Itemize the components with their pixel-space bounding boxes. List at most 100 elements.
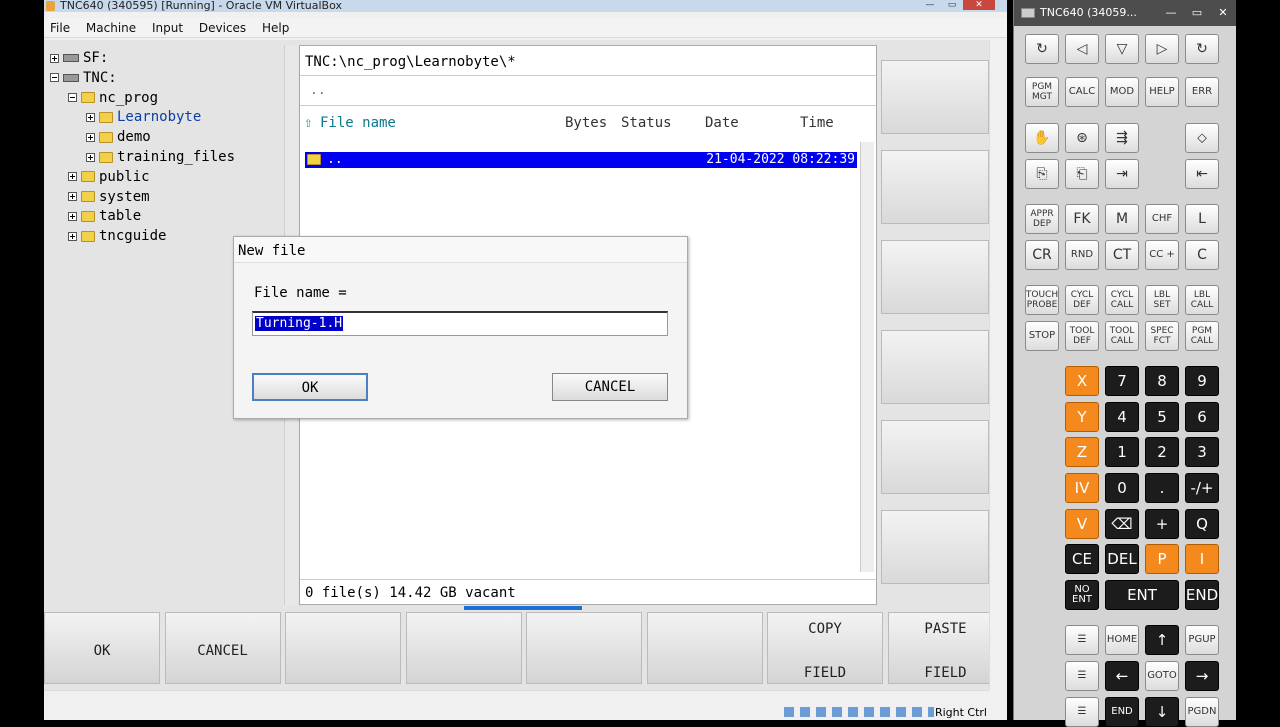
tree-item[interactable]: table bbox=[68, 206, 141, 226]
softkey-5[interactable] bbox=[526, 612, 642, 684]
key-6[interactable]: 6 bbox=[1185, 402, 1219, 432]
key-1[interactable]: 1 bbox=[1105, 437, 1139, 467]
key-l[interactable]: L bbox=[1185, 204, 1219, 234]
key-p[interactable]: P bbox=[1145, 544, 1179, 574]
cancel-button[interactable]: CANCEL bbox=[552, 373, 668, 401]
key-pgm-call[interactable]: PGM CALL bbox=[1185, 321, 1219, 351]
file-name-input[interactable]: Turning-1.H bbox=[252, 311, 668, 336]
key--[interactable]: ← bbox=[1105, 661, 1139, 691]
key--[interactable]: ⎗ bbox=[1065, 159, 1099, 189]
key--[interactable]: ↻ bbox=[1185, 34, 1219, 64]
header-time[interactable]: Time bbox=[800, 115, 834, 131]
key-goto[interactable]: GOTO bbox=[1145, 661, 1179, 691]
menu-devices[interactable]: Devices bbox=[193, 18, 252, 35]
key-pgm-mgt[interactable]: PGM MGT bbox=[1025, 77, 1059, 107]
key-lbl-set[interactable]: LBL SET bbox=[1145, 285, 1179, 315]
key--[interactable]: ⌫ bbox=[1105, 509, 1139, 539]
key--[interactable]: ⊛ bbox=[1065, 123, 1099, 153]
key--[interactable]: ☰ bbox=[1065, 625, 1099, 655]
softkey-2[interactable]: CANCEL bbox=[164, 612, 281, 684]
vertical-softkey-3[interactable] bbox=[881, 240, 989, 314]
header-bytes[interactable]: Bytes bbox=[565, 115, 607, 131]
close-icon[interactable]: ✕ bbox=[963, 0, 995, 10]
file-list-scrollbar[interactable] bbox=[860, 142, 874, 572]
expand-icon[interactable] bbox=[68, 172, 77, 182]
expand-icon[interactable] bbox=[86, 152, 95, 162]
vertical-softkey-5[interactable] bbox=[881, 420, 989, 494]
expand-icon[interactable] bbox=[50, 53, 59, 63]
vbox-horizontal-scrollbar[interactable] bbox=[44, 690, 989, 702]
key-tool-def[interactable]: TOOL DEF bbox=[1065, 321, 1099, 351]
expand-icon[interactable] bbox=[68, 192, 77, 202]
softkey-6[interactable] bbox=[646, 612, 763, 684]
key-touch-probe[interactable]: TOUCH PROBE bbox=[1025, 285, 1059, 315]
header-status[interactable]: Status bbox=[621, 115, 672, 131]
key-fk[interactable]: FK bbox=[1065, 204, 1099, 234]
key-2[interactable]: 2 bbox=[1145, 437, 1179, 467]
menu-input[interactable]: Input bbox=[146, 18, 189, 35]
key-home[interactable]: HOME bbox=[1105, 625, 1139, 655]
expand-icon[interactable] bbox=[86, 112, 95, 122]
key-del[interactable]: DEL bbox=[1105, 544, 1139, 574]
key--[interactable]: ▷ bbox=[1145, 34, 1179, 64]
expand-icon[interactable] bbox=[68, 231, 77, 241]
key-chf[interactable]: CHF bbox=[1145, 204, 1179, 234]
key-x[interactable]: X bbox=[1065, 366, 1099, 396]
vbox-vertical-scrollbar[interactable] bbox=[989, 40, 1007, 690]
tree-item[interactable]: system bbox=[68, 187, 150, 207]
vertical-softkey-1[interactable] bbox=[881, 60, 989, 134]
header-file-name[interactable]: File name bbox=[320, 115, 396, 131]
key--[interactable]: ☰ bbox=[1065, 697, 1099, 727]
key-c[interactable]: C bbox=[1185, 240, 1219, 270]
tree-item[interactable]: training_files bbox=[86, 147, 235, 167]
key-i[interactable]: I bbox=[1185, 544, 1219, 574]
minimize-icon[interactable]: — bbox=[919, 0, 941, 10]
key-pgdn[interactable]: PGDN bbox=[1185, 697, 1219, 727]
menu-file[interactable]: File bbox=[44, 18, 76, 35]
expand-icon[interactable] bbox=[86, 132, 95, 142]
key-spec-fct[interactable]: SPEC FCT bbox=[1145, 321, 1179, 351]
key-rnd[interactable]: RND bbox=[1065, 240, 1099, 270]
key-tool-call[interactable]: TOOL CALL bbox=[1105, 321, 1139, 351]
key-3[interactable]: 3 bbox=[1185, 437, 1219, 467]
key--[interactable]: ↓ bbox=[1145, 697, 1179, 727]
tree-item[interactable]: demo bbox=[86, 127, 151, 147]
tree-item[interactable]: TNC: bbox=[50, 68, 117, 88]
key-cycl-def[interactable]: CYCL DEF bbox=[1065, 285, 1099, 315]
vertical-softkey-2[interactable] bbox=[881, 150, 989, 224]
key--[interactable]: → bbox=[1185, 661, 1219, 691]
tree-item[interactable]: SF: bbox=[50, 48, 108, 68]
sort-arrow-icon[interactable]: ⇧ bbox=[304, 115, 312, 131]
key--[interactable]: ⎘ bbox=[1025, 159, 1059, 189]
key--[interactable]: ↑ bbox=[1145, 625, 1179, 655]
key-7[interactable]: 7 bbox=[1105, 366, 1139, 396]
key-help[interactable]: HELP bbox=[1145, 77, 1179, 107]
key-4[interactable]: 4 bbox=[1105, 402, 1139, 432]
ok-button[interactable]: OK bbox=[252, 373, 368, 401]
key--[interactable]: ◁ bbox=[1065, 34, 1099, 64]
key-9[interactable]: 9 bbox=[1185, 366, 1219, 396]
expand-icon[interactable] bbox=[68, 211, 77, 221]
parent-dir-entry[interactable]: .. bbox=[300, 78, 876, 106]
vertical-softkey-6[interactable] bbox=[881, 510, 989, 584]
tree-item[interactable]: Learnobyte bbox=[86, 107, 201, 127]
key--[interactable]: ⬦ bbox=[1185, 123, 1219, 153]
key-z[interactable]: Z bbox=[1065, 437, 1099, 467]
key-mod[interactable]: MOD bbox=[1105, 77, 1139, 107]
tree-item[interactable]: nc_prog bbox=[68, 88, 158, 108]
key-cycl-call[interactable]: CYCL CALL bbox=[1105, 285, 1139, 315]
key-cr[interactable]: CR bbox=[1025, 240, 1059, 270]
key-iv[interactable]: IV bbox=[1065, 473, 1099, 503]
key-pgup[interactable]: PGUP bbox=[1185, 625, 1219, 655]
key-end[interactable]: END bbox=[1185, 580, 1219, 610]
tree-item[interactable]: public bbox=[68, 167, 150, 187]
key-y[interactable]: Y bbox=[1065, 402, 1099, 432]
key-ce[interactable]: CE bbox=[1065, 544, 1099, 574]
vertical-softkey-4[interactable] bbox=[881, 330, 989, 404]
softkey-7[interactable]: COPY FIELD bbox=[767, 612, 883, 684]
close-icon[interactable]: ✕ bbox=[1210, 0, 1236, 26]
collapse-icon[interactable] bbox=[68, 93, 77, 103]
key-lbl-call[interactable]: LBL CALL bbox=[1185, 285, 1219, 315]
key-8[interactable]: 8 bbox=[1145, 366, 1179, 396]
key--[interactable]: ⇤ bbox=[1185, 159, 1219, 189]
